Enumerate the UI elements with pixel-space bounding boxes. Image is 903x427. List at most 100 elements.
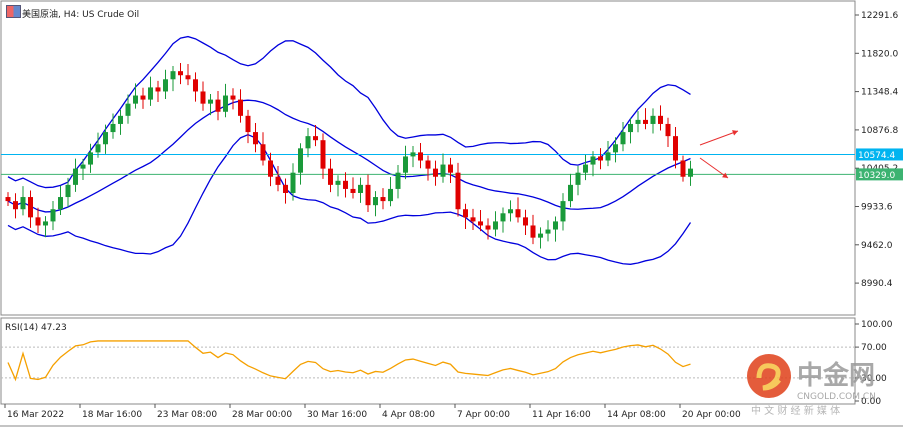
bearish-candle	[448, 164, 453, 173]
bearish-candle	[200, 91, 206, 104]
bullish-candle	[410, 152, 416, 157]
bearish-candle	[523, 217, 528, 226]
bearish-candle	[268, 160, 273, 177]
bullish-candle	[223, 95, 228, 112]
x-tick-label: 18 Mar 16:00	[82, 410, 142, 420]
x-tick-label: 20 Apr 00:00	[682, 410, 741, 420]
bullish-candle	[118, 115, 123, 124]
bullish-candle	[688, 168, 693, 177]
bearish-candle	[215, 99, 221, 112]
bearish-candle	[283, 184, 288, 193]
bullish-candle	[163, 79, 168, 92]
bearish-candle	[260, 144, 266, 161]
bearish-candle	[320, 140, 326, 169]
bearish-candle	[418, 152, 423, 161]
bearish-candle	[13, 201, 18, 210]
rsi-panel-frame	[0, 317, 856, 405]
bearish-candle	[238, 99, 243, 116]
bullish-candle	[125, 103, 131, 116]
bullish-candle	[628, 123, 633, 133]
bearish-candle	[643, 119, 648, 124]
bullish-candle	[58, 197, 63, 210]
rsi-tick-label: 100.00	[861, 320, 893, 330]
bullish-candle	[103, 132, 108, 145]
bullish-candle	[133, 95, 138, 104]
y-tick-label: 11348.4	[861, 88, 898, 98]
bearish-candle	[470, 217, 476, 222]
bearish-candle	[140, 95, 146, 100]
bullish-candle	[305, 136, 311, 149]
bullish-candle	[620, 132, 626, 145]
bullish-candle	[50, 209, 56, 222]
x-tick-label: 7 Apr 00:00	[457, 410, 510, 420]
cngold-watermark: 中金网 CNGOLD.COM.CN 中 文 财 经 新 媒 体	[747, 354, 876, 417]
bearish-candle	[178, 71, 183, 76]
bearish-candle	[598, 156, 603, 161]
bearish-candle	[155, 87, 161, 92]
watermark-slogan: 中 文 财 经 新 媒 体	[751, 404, 840, 417]
y-tick-label: 9933.6	[861, 203, 893, 213]
bullish-candle	[575, 172, 581, 185]
price-label: 10329.0	[858, 171, 895, 181]
x-tick-label: 4 Apr 08:00	[382, 410, 435, 420]
bullish-candle	[508, 209, 513, 214]
bullish-candle	[73, 168, 78, 185]
bearish-candle	[365, 184, 371, 206]
watermark-domain: CNGOLD.COM.CN	[797, 392, 876, 402]
logo-icon	[747, 354, 791, 398]
bullish-candle	[545, 229, 551, 234]
bullish-candle	[80, 164, 86, 169]
x-tick-label: 30 Mar 16:00	[307, 410, 367, 420]
bullish-candle	[88, 152, 93, 165]
bullish-candle	[605, 152, 611, 161]
bearish-candle	[433, 168, 438, 177]
bullish-candle	[298, 148, 303, 173]
price-label: 10574.4	[858, 151, 895, 161]
bullish-candle	[650, 115, 656, 124]
bearish-candle	[35, 217, 41, 226]
bullish-candle	[538, 233, 543, 238]
bearish-candle	[343, 180, 348, 189]
x-tick-label: 14 Apr 08:00	[607, 410, 666, 420]
bullish-candle	[290, 172, 296, 193]
bullish-candle	[208, 99, 213, 104]
bearish-candle	[230, 95, 236, 100]
bearish-candle	[253, 132, 258, 145]
trend-arrow	[699, 130, 739, 146]
bearish-candle	[380, 197, 386, 202]
bullish-candle	[613, 144, 618, 153]
bollinger-middle-band	[7, 99, 691, 213]
bearish-candle	[485, 225, 491, 230]
bearish-candle	[673, 136, 678, 161]
watermark-brand: 中金网	[797, 360, 875, 391]
bullish-candle	[388, 188, 393, 202]
arrow-head-icon	[722, 172, 728, 178]
bullish-candle	[20, 197, 26, 210]
y-tick-label: 9462.0	[861, 241, 893, 251]
bullish-candle	[500, 213, 506, 222]
y-tick-label: 12291.6	[861, 11, 898, 21]
bearish-candle	[275, 176, 281, 185]
rsi-label: RSI(14) 47.23	[5, 323, 67, 333]
bullish-candle	[583, 164, 588, 173]
bullish-candle	[560, 201, 566, 222]
x-tick-label: 23 Mar 08:00	[157, 410, 217, 420]
bullish-candle	[95, 144, 101, 153]
bullish-candle	[635, 119, 641, 124]
bullish-candle	[568, 184, 573, 202]
bearish-candle	[185, 75, 191, 80]
bearish-candle	[313, 136, 318, 141]
bullish-candle	[110, 123, 116, 133]
bearish-candle	[680, 160, 686, 177]
bearish-candle	[328, 168, 333, 185]
y-tick-label: 10876.8	[861, 126, 898, 136]
bearish-candle	[665, 123, 671, 137]
bearish-candle	[455, 172, 461, 210]
bullish-candle	[403, 156, 408, 173]
bullish-candle	[373, 197, 378, 206]
bullish-candle	[395, 172, 401, 189]
bullish-candle	[493, 221, 498, 230]
x-tick-label: 28 Mar 00:00	[232, 410, 292, 420]
y-tick-label: 8990.4	[861, 279, 893, 289]
y-tick-label: 11820.0	[861, 49, 898, 59]
